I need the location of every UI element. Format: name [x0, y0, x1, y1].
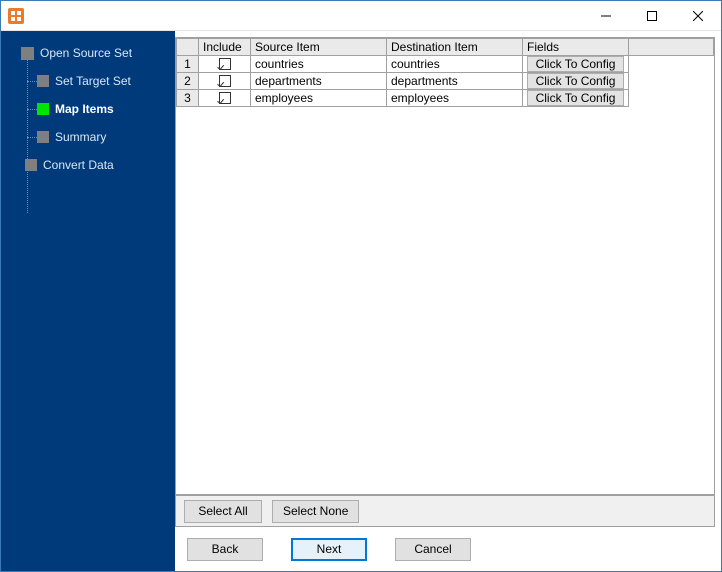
- table-row[interactable]: 1 countries countries Click To Config: [177, 56, 714, 73]
- fields-config-button[interactable]: Click To Config: [527, 73, 624, 89]
- source-cell[interactable]: departments: [251, 73, 387, 90]
- sidebar-item-open-source-set[interactable]: Open Source Set: [1, 39, 175, 67]
- wizard-nav: Back Next Cancel: [175, 527, 721, 571]
- row-number: 2: [177, 73, 199, 90]
- app-icon: [8, 8, 24, 24]
- source-cell[interactable]: countries: [251, 56, 387, 73]
- sidebar-item-label: Map Items: [55, 102, 114, 116]
- sidebar-item-convert-data[interactable]: Convert Data: [1, 151, 175, 179]
- step-marker-icon: [21, 47, 34, 60]
- items-grid: Include Source Item Destination Item Fie…: [176, 38, 714, 107]
- app-window: Open Source Set Set Target Set Map Items…: [0, 0, 722, 572]
- destination-cell[interactable]: departments: [387, 73, 523, 90]
- table-row[interactable]: 3 employees employees Click To Config: [177, 90, 714, 107]
- col-fields[interactable]: Fields: [523, 39, 629, 56]
- sidebar-item-map-items[interactable]: Map Items: [1, 95, 175, 123]
- back-button[interactable]: Back: [187, 538, 263, 561]
- sidebar-item-label: Convert Data: [43, 158, 114, 172]
- step-marker-icon: [25, 159, 37, 171]
- fields-config-button[interactable]: Click To Config: [527, 90, 624, 106]
- minimize-button[interactable]: [583, 1, 629, 31]
- wizard-sidebar: Open Source Set Set Target Set Map Items…: [1, 31, 175, 571]
- body: Open Source Set Set Target Set Map Items…: [1, 31, 721, 571]
- sidebar-item-label: Set Target Set: [55, 74, 131, 88]
- source-cell[interactable]: employees: [251, 90, 387, 107]
- sidebar-item-set-target-set[interactable]: Set Target Set: [1, 67, 175, 95]
- col-empty: [629, 39, 714, 56]
- titlebar: [1, 1, 721, 31]
- next-button[interactable]: Next: [291, 538, 367, 561]
- step-marker-icon: [37, 75, 49, 87]
- col-include[interactable]: Include: [199, 39, 251, 56]
- selection-toolbar: Select All Select None: [175, 495, 715, 527]
- sidebar-item-label: Open Source Set: [40, 46, 132, 60]
- select-none-button[interactable]: Select None: [272, 500, 359, 523]
- sidebar-item-summary[interactable]: Summary: [1, 123, 175, 151]
- row-number: 1: [177, 56, 199, 73]
- maximize-button[interactable]: [629, 1, 675, 31]
- table-row[interactable]: 2 departments departments Click To Confi…: [177, 73, 714, 90]
- grid-corner: [177, 39, 199, 56]
- include-cell[interactable]: [199, 73, 251, 90]
- cancel-button[interactable]: Cancel: [395, 538, 471, 561]
- step-marker-icon: [37, 103, 49, 115]
- checkbox-icon[interactable]: [219, 75, 231, 87]
- include-cell[interactable]: [199, 56, 251, 73]
- destination-cell[interactable]: countries: [387, 56, 523, 73]
- include-cell[interactable]: [199, 90, 251, 107]
- select-all-button[interactable]: Select All: [184, 500, 262, 523]
- items-grid-wrap: Include Source Item Destination Item Fie…: [175, 37, 715, 495]
- step-marker-icon: [37, 131, 49, 143]
- main-panel: Include Source Item Destination Item Fie…: [175, 31, 721, 571]
- grid-header-row: Include Source Item Destination Item Fie…: [177, 39, 714, 56]
- fields-config-button[interactable]: Click To Config: [527, 56, 624, 72]
- sidebar-item-label: Summary: [55, 130, 106, 144]
- close-button[interactable]: [675, 1, 721, 31]
- destination-cell[interactable]: employees: [387, 90, 523, 107]
- row-number: 3: [177, 90, 199, 107]
- col-source-item[interactable]: Source Item: [251, 39, 387, 56]
- checkbox-icon[interactable]: [219, 58, 231, 70]
- col-destination-item[interactable]: Destination Item: [387, 39, 523, 56]
- checkbox-icon[interactable]: [219, 92, 231, 104]
